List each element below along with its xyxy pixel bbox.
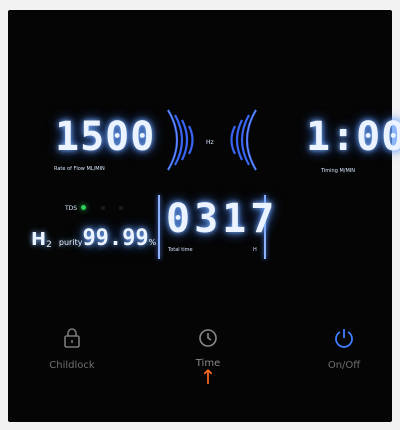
h2-purity-value: 99.99 — [82, 226, 149, 251]
lock-icon — [64, 328, 80, 348]
total-time-display: 0317 — [166, 196, 279, 242]
flow-rate-display: 1500 — [55, 114, 156, 160]
h2-subscript: 2 — [46, 240, 52, 250]
power-icon — [335, 329, 353, 348]
total-time-unit: H — [253, 247, 257, 253]
total-time-label: Total time — [168, 247, 193, 253]
frequency-unit: Hz — [206, 139, 214, 146]
timer-display: 1:00 — [306, 114, 400, 160]
h2-purity-label: purity — [58, 238, 83, 247]
h2-purity-display: H2 purity99.99% — [31, 226, 156, 251]
tds-indicator-dot — [101, 206, 105, 210]
time-button[interactable]: Time ↑ — [178, 326, 238, 387]
childlock-button[interactable]: Childlock — [42, 326, 102, 371]
arrow-up-icon: ↑ — [199, 365, 217, 389]
total-time-left-border — [158, 195, 160, 259]
h2-symbol: H — [31, 229, 47, 250]
control-panel: 1500 Rate of Flow ML/MIN Hz 1:00 Timing … — [8, 10, 400, 422]
childlock-label: Childlock — [49, 360, 95, 371]
on-off-label: On/Off — [327, 360, 361, 371]
timer-label: Timing M/MIN — [321, 168, 356, 174]
h2-purity-unit: % — [148, 238, 157, 247]
tds-indicator-dot — [119, 206, 123, 210]
tds-label: TDS — [65, 205, 78, 212]
on-off-button[interactable]: On/Off — [314, 326, 374, 371]
flow-rate-label: Rate of Flow ML/MIN — [54, 166, 105, 172]
tds-indicator-dot — [81, 205, 86, 210]
clock-icon — [199, 329, 217, 347]
